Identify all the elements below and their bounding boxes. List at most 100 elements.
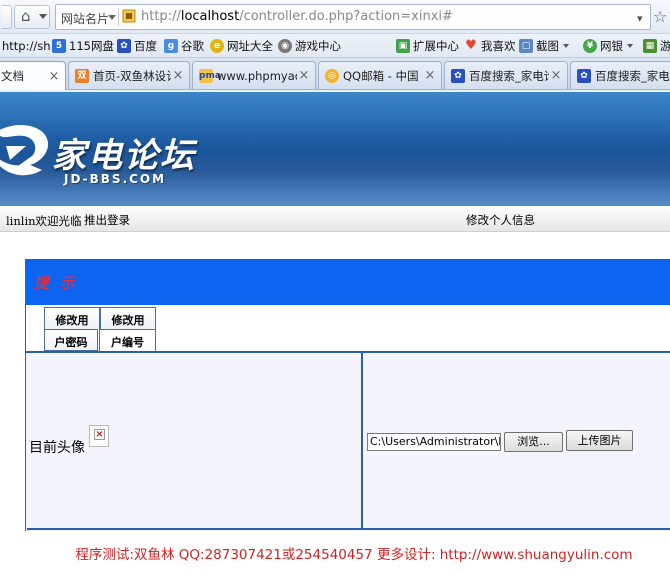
tab-user-password[interactable]: 户密码 [44,329,98,351]
notice-panel: 提 示 修改用 修改用 户密码 户编号 目前头像 × C:\Users\Admi… [25,259,670,531]
115-icon: 5 [52,39,66,53]
baidu-paw-icon: ✿ [577,68,591,83]
chevron-down-icon[interactable] [563,44,569,48]
tab-label: 首页-双鱼林设计 [93,68,171,83]
address-bar[interactable]: 网站名片 http://localhost/controller.do.php?… [55,4,651,30]
page-icon [122,9,136,23]
tab-label: 修改用 [111,314,145,327]
close-icon[interactable]: × [549,68,563,83]
bookmark-label: 网址大全 [227,39,273,53]
tab-label: 户密码 [54,336,88,349]
bookmark-item[interactable]: ▣ 扩展中心 [396,38,459,54]
tab-edit-user-2[interactable]: 修改用 [100,307,156,329]
bookmark-item[interactable]: g 谷歌 [164,38,204,54]
home-icon: ⌂ [21,7,31,25]
gamepad-icon: ◉ [278,39,292,53]
panel-header: 提 示 [26,259,670,305]
browse-button[interactable]: 浏览... [504,432,563,452]
tab-edit-user-1[interactable]: 修改用 [44,307,100,329]
chevron-down-icon[interactable] [627,44,633,48]
bookmark-item[interactable]: ▦ 游 [643,38,670,54]
avatar-label: 目前头像 [29,440,85,456]
baidu-paw-icon: ✿ [117,39,131,53]
url-text[interactable]: http://localhost/controller.do.php?actio… [141,9,453,24]
globe-icon: e [210,39,224,53]
tab-shuangyulin-home[interactable]: 双 首页-双鱼林设计 × [68,61,190,89]
chevron-down-icon: ▾ [637,12,643,25]
browser-chrome: ⌂ 网站名片 http://localhost/controller.do.ph… [0,0,670,92]
divider [118,8,119,26]
tab-label: www.phpmyadmin [217,68,297,83]
close-icon[interactable]: × [297,68,311,83]
tab-label: QQ邮箱 - 中国 [343,68,419,83]
bookmark-item[interactable]: ◉ 游戏中心 [278,38,341,54]
tab-document[interactable]: 文档 × [0,61,66,90]
upload-image-button[interactable]: 上传图片 [566,430,633,451]
bookmark-item[interactable]: e 网址大全 [210,38,273,54]
bookmark-label: 115网盘 [69,39,114,53]
bookmark-star-icon[interactable]: ☆ [653,8,670,26]
qq-mail-icon: ◎ [325,68,339,83]
upload-cell: C:\Users\Administrator\Desktop 浏览... 上传图… [362,353,670,530]
bookmark-label: 谷歌 [181,39,204,53]
broken-image-icon: × [94,429,105,440]
bookmark-item[interactable]: ¥ 网银 [583,38,633,54]
logo-subtitle: JD-BBS.COM [64,172,167,186]
address-dropdown-button[interactable]: ▾ [634,6,650,28]
bookmark-item[interactable]: ▢ 截图 [519,38,569,54]
screenshot-icon: ▢ [519,39,533,53]
tab-qq-mail[interactable]: ◎ QQ邮箱 - 中国 × [318,61,442,89]
logo-text: 家电论坛 [52,136,196,176]
bookmark-item[interactable]: ♥ 我喜欢 [464,38,516,54]
bookmark-label: 游戏中心 [295,39,341,53]
avatar-cell: 目前头像 × [27,353,362,530]
chevron-down-icon [39,14,47,19]
bookmark-label: 我喜欢 [481,39,516,53]
tab-user-id[interactable]: 户编号 [99,329,156,351]
tab-baidu-search[interactable]: ✿ 百度搜索_家电论坛 × [444,61,568,89]
bookmark-item[interactable]: ✿ 百度 [117,38,157,54]
tab-label: 修改用 [55,314,89,327]
bookmark-item[interactable]: http://sh [2,38,51,54]
bookmark-label: 截图 [536,39,559,53]
tab-baidu-search[interactable]: ✿ 百度搜索_家电论坛 [570,61,670,89]
extension-icon: ▣ [396,39,410,53]
close-icon[interactable]: × [171,68,185,83]
welcome-text: linlin欢迎光临 [6,214,82,228]
logo-swoosh-icon [0,124,49,176]
tab-label: 百度搜索_家电论坛 [469,68,549,83]
bookmark-label: http://sh [2,39,51,53]
tab-label: 户编号 [111,336,144,349]
site-card-label[interactable]: 网站名片 [61,10,109,27]
panel-title: 提 示 [34,274,78,292]
bookmarks-bar: http://sh 5 115网盘 ✿ 百度 g 谷歌 e 网址大全 ◉ 游戏中心 ▣ 扩展… [0,34,670,58]
home-button[interactable]: ⌂ [14,5,50,29]
back-button[interactable] [2,5,12,29]
avatar-form: 目前头像 × C:\Users\Administrator\Desktop 浏览… [26,353,670,531]
close-icon[interactable]: × [423,68,437,83]
logout-link[interactable]: 推出登录 [84,212,130,228]
site-favicon-icon: 双 [75,68,89,83]
tab-phpmyadmin[interactable]: pma www.phpmyadmin × [192,61,316,89]
grid-icon: ▦ [643,39,657,53]
bookmark-label: 游 [660,39,670,53]
navigation-bar: ⌂ 网站名片 http://localhost/controller.do.ph… [0,0,670,34]
heart-icon: ♥ [465,38,477,53]
edit-profile-link[interactable]: 修改个人信息 [466,212,535,228]
chevron-down-icon[interactable] [108,15,116,20]
bookmark-label: 网银 [600,39,623,53]
file-path-input[interactable]: C:\Users\Administrator\Desktop [367,433,501,451]
user-bar: linlin欢迎光临 推出登录 修改个人信息 [0,206,670,232]
bookmark-label: 百度 [134,39,157,53]
bookmark-label: 扩展中心 [413,39,459,53]
tab-label: 文档 [1,69,24,83]
footer-credit: 程序测试:双鱼林 QQ:287307421或254540457 更多设计: ht… [75,547,633,563]
tab-strip: 文档 × 双 首页-双鱼林设计 × pma www.phpmyadmin × ◎… [0,58,670,90]
panel-tabbar: 修改用 修改用 户密码 户编号 [26,305,670,353]
bank-icon: ¥ [583,39,597,53]
bookmark-item[interactable]: 5 115网盘 [52,38,114,54]
close-icon[interactable]: × [47,69,61,84]
baidu-paw-icon: ✿ [451,68,465,83]
tab-label: 百度搜索_家电论坛 [595,68,670,83]
avatar: × [89,425,109,447]
